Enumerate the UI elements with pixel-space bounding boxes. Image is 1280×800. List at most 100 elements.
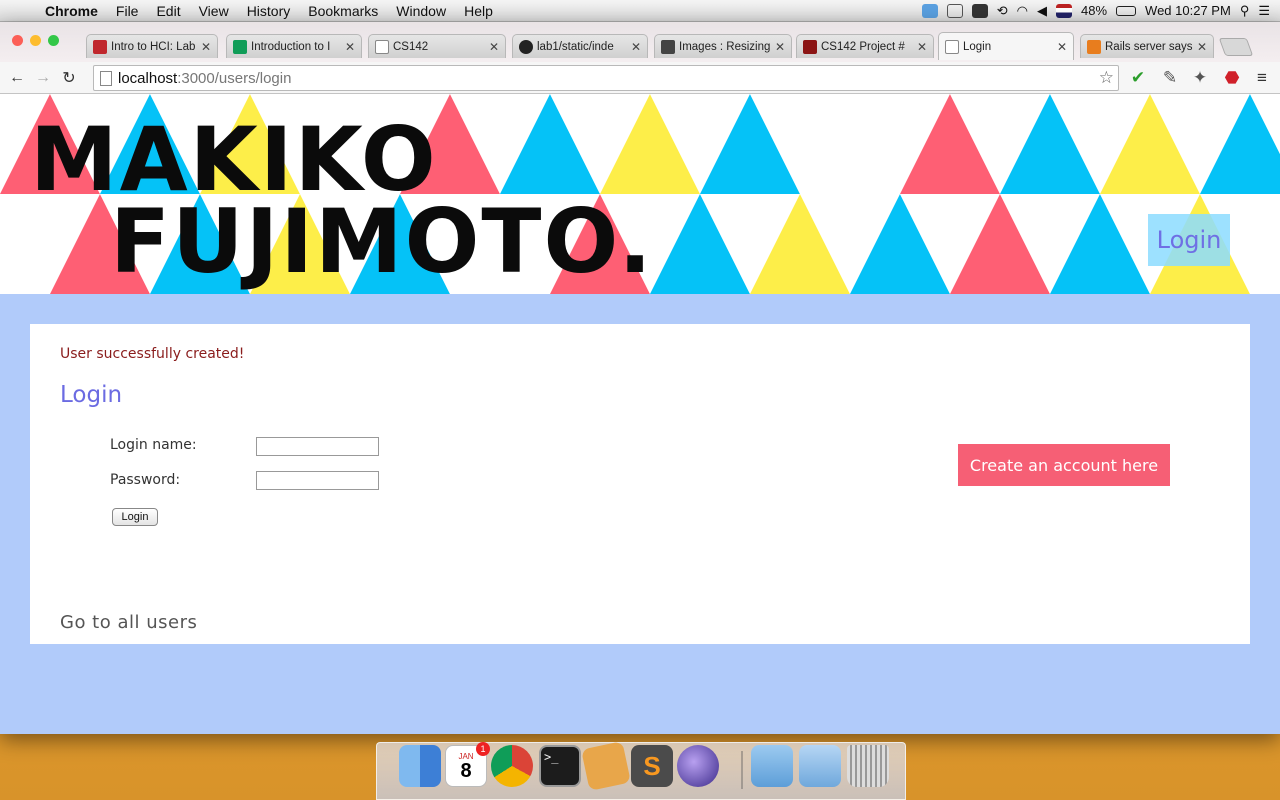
tab-close-icon[interactable]: ✕ [631,40,641,54]
menu-app-name[interactable]: Chrome [36,3,107,19]
tab-title: Rails server says [1105,40,1193,53]
chrome-menu-icon[interactable]: ≡ [1252,68,1272,88]
wifi-icon[interactable]: ◠ [1017,3,1028,19]
logo-surname: FUJIMOTO [110,190,619,293]
spotlight-search-icon[interactable]: ⚲ [1240,3,1250,19]
sublime-text-icon[interactable]: S [631,745,673,787]
tab-close-icon[interactable]: ✕ [201,40,211,54]
flash-message: User successfully created! [60,346,245,362]
tab-favicon-icon [93,39,107,54]
tab-intro-hci[interactable]: Intro to HCI: Lab ✕ [86,34,218,58]
menu-history[interactable]: History [238,3,300,19]
finder-icon[interactable] [399,745,441,787]
calendar-day: 8 [460,759,472,782]
tab-login[interactable]: Login ✕ [938,32,1074,60]
mac-dock: JAN 8 1 >_ S [376,741,906,800]
browser-toolbar: ← → ↻ localhost:3000/users/login ☆ ✔ ✎ ✦… [0,62,1280,94]
tab-introduction[interactable]: Introduction to I ✕ [226,34,362,58]
adblock-extension-icon[interactable]: ⬣ [1222,68,1242,88]
time-machine-icon[interactable]: ⟲ [997,3,1008,19]
login-name-input[interactable] [256,437,379,456]
bookmark-star-icon[interactable]: ☆ [1099,68,1114,88]
page-title: Login [60,382,123,408]
password-label: Password: [110,472,181,488]
address-bar[interactable]: localhost:3000/users/login ☆ [93,65,1119,91]
logo-line2: FUJIMOTO. [110,198,654,286]
tab-favicon-icon [1087,39,1101,54]
terminal-icon[interactable]: >_ [539,745,581,787]
new-tab-button[interactable] [1218,38,1254,56]
nav-login-link[interactable]: Login [1148,214,1230,266]
dock-separator [741,751,743,789]
login-submit-button[interactable]: Login [112,508,158,526]
tab-images-resizing[interactable]: Images : Resizing ✕ [654,34,792,58]
site-logo[interactable]: MAKIKO FUJIMOTO. [30,116,654,286]
tab-title: CS142 [393,40,429,53]
menu-window[interactable]: Window [387,3,455,19]
dropbox-icon[interactable] [921,3,938,18]
volume-icon[interactable]: ◀ [1037,3,1047,19]
create-account-button[interactable]: Create an account here [958,444,1170,486]
evernote-icon[interactable] [971,3,988,18]
logo-dot: . [618,190,654,293]
tab-close-icon[interactable]: ✕ [1197,40,1207,54]
close-window-icon[interactable] [12,35,23,46]
documents-folder-icon[interactable] [799,745,841,787]
shield-status-icon[interactable] [946,3,963,18]
menu-help[interactable]: Help [455,3,502,19]
tab-rails-server[interactable]: Rails server says ✕ [1080,34,1214,58]
battery-icon[interactable] [1116,5,1137,16]
back-arrow-icon[interactable]: ← [4,69,30,87]
login-name-label: Login name: [110,437,197,453]
forward-arrow-icon[interactable]: → [30,69,56,87]
url-host: localhost [118,69,178,87]
checkmark-extension-icon[interactable]: ✔ [1128,68,1148,88]
trash-icon[interactable] [847,745,889,787]
tab-strip: Intro to HCI: Lab ✕ Introduction to I ✕ … [0,22,1280,62]
tab-close-icon[interactable]: ✕ [1057,40,1067,54]
chrome-window: Intro to HCI: Lab ✕ Introduction to I ✕ … [0,22,1280,734]
all-users-link[interactable]: Go to all users [60,612,197,633]
url-path: :3000/users/login [177,69,292,87]
minimize-window-icon[interactable] [30,35,41,46]
zoom-window-icon[interactable] [48,35,59,46]
password-input[interactable] [256,471,379,490]
battery-percent[interactable]: 48% [1081,3,1107,18]
menu-bookmarks[interactable]: Bookmarks [299,3,387,19]
menu-file[interactable]: File [107,3,148,19]
tab-close-icon[interactable]: ✕ [489,40,499,54]
notification-center-icon[interactable]: ☰ [1258,3,1270,19]
tab-cs142[interactable]: CS142 ✕ [368,34,506,58]
input-flag-icon[interactable] [1056,3,1073,18]
tab-cs142-project[interactable]: CS142 Project # ✕ [796,34,934,58]
money-app-icon[interactable] [581,741,631,791]
tab-close-icon[interactable]: ✕ [775,40,785,54]
page-icon [100,71,112,86]
tab-close-icon[interactable]: ✕ [917,40,927,54]
tab-title: CS142 Project # [821,40,905,53]
calendar-badge: 1 [476,742,490,756]
window-controls [12,35,59,46]
calendar-icon[interactable]: JAN 8 1 [445,742,490,787]
clock[interactable]: Wed 10:27 PM [1145,3,1231,18]
page-viewport: MAKIKO FUJIMOTO. Login User successfully… [0,94,1280,734]
tab-favicon-icon [375,39,389,54]
puzzle-extension-icon[interactable]: ✦ [1190,68,1210,88]
menu-edit[interactable]: Edit [147,3,189,19]
site-banner: MAKIKO FUJIMOTO. Login [0,94,1280,294]
tab-title: Introduction to I [251,40,331,53]
tab-favicon-icon [661,39,675,54]
tab-title: lab1/static/inde [537,40,614,53]
tab-close-icon[interactable]: ✕ [345,40,355,54]
tab-favicon-icon [945,39,959,54]
reload-icon[interactable]: ↻ [56,68,82,88]
content-card: User successfully created! Login Login n… [30,324,1250,644]
tab-github[interactable]: lab1/static/inde ✕ [512,34,648,58]
tab-favicon-icon [803,39,817,54]
chrome-dock-icon[interactable] [491,745,533,787]
applications-folder-icon[interactable] [751,745,793,787]
eyedropper-extension-icon[interactable]: ✎ [1160,68,1180,88]
eclipse-icon[interactable] [677,745,719,787]
mac-menubar: Chrome File Edit View History Bookmarks … [0,0,1280,22]
menu-view[interactable]: View [190,3,238,19]
